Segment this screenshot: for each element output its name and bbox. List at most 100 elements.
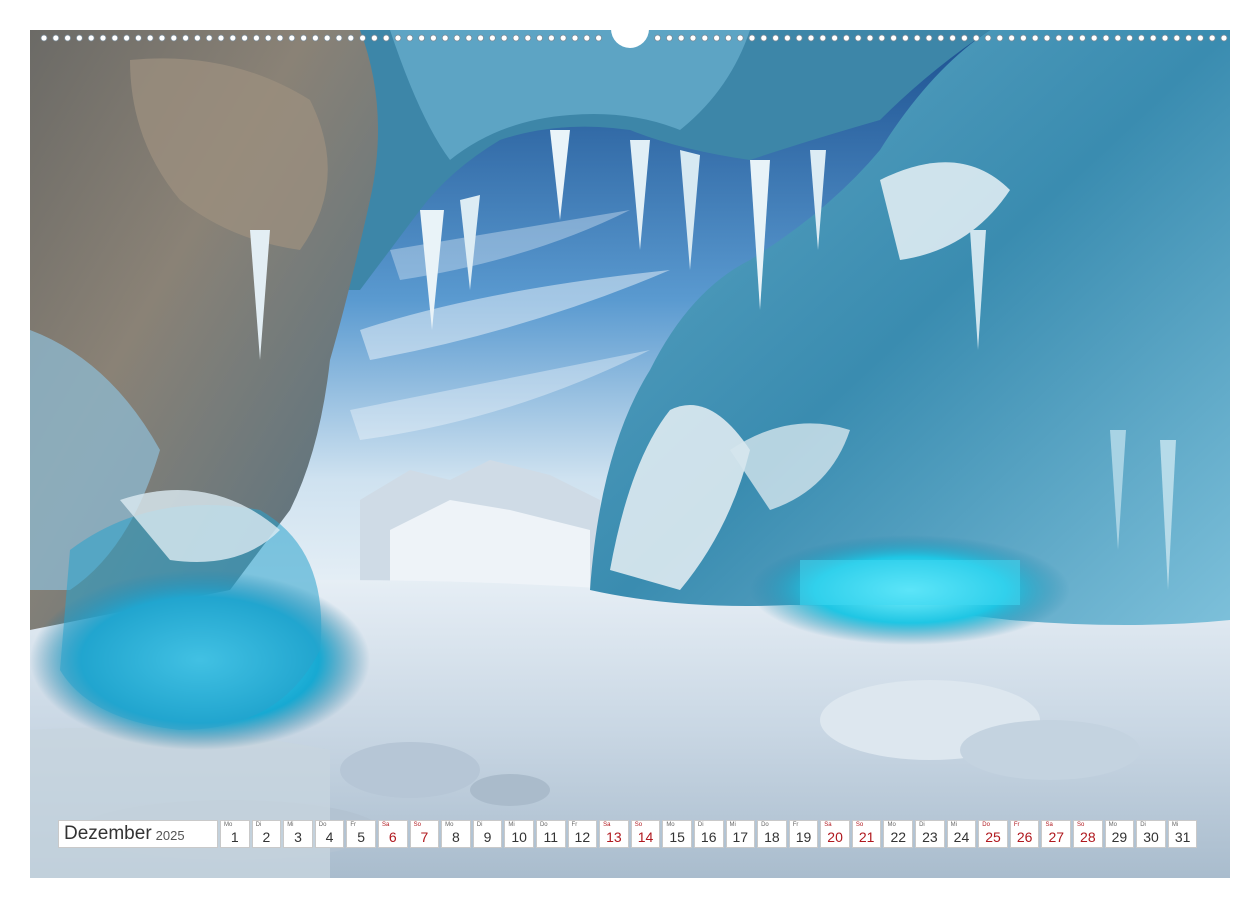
binding-hole <box>252 34 260 42</box>
binding-hole <box>807 34 815 42</box>
binding-hole <box>382 34 390 42</box>
day-number: 13 <box>606 829 622 845</box>
binding-hole <box>87 34 95 42</box>
day-number: 2 <box>262 829 271 845</box>
day-cell: Mi 10 <box>504 820 534 848</box>
weekday-label: Di <box>919 822 925 828</box>
day-number: 22 <box>890 829 907 845</box>
weekday-label: So <box>1077 822 1085 828</box>
binding-hole <box>1220 34 1228 42</box>
day-cell: Fr 26 <box>1009 820 1040 848</box>
binding-hole <box>500 34 508 42</box>
weekday-label: Fr <box>571 822 578 828</box>
binding-hole <box>1114 34 1122 42</box>
binding-hole <box>536 34 544 42</box>
binding-hole <box>40 34 48 42</box>
weekday-label: Mi <box>729 822 736 828</box>
binding-hole <box>548 34 555 42</box>
weekday-label: Mi <box>950 822 957 828</box>
weekday-label: Mo <box>887 822 896 828</box>
month-year: 2025 <box>155 828 185 843</box>
binding-hole <box>666 34 673 42</box>
day-cell: Mo 15 <box>662 820 692 848</box>
day-number: 28 <box>1080 829 1096 845</box>
binding-hole <box>52 34 60 42</box>
day-cell: Mo 22 <box>883 820 914 848</box>
binding-hole <box>654 34 661 42</box>
day-cell: So 28 <box>1073 820 1103 848</box>
binding-hole <box>465 34 473 42</box>
binding-hole <box>193 34 201 42</box>
binding-hole <box>595 34 602 42</box>
binding-hole <box>1126 34 1133 42</box>
binding-hole <box>76 34 83 42</box>
binding-hole <box>158 34 166 42</box>
binding-hole <box>64 34 71 42</box>
day-cell: Mi 31 <box>1167 820 1198 848</box>
binding-hole <box>902 34 909 42</box>
weekday-label: So <box>634 822 643 828</box>
day-number: 27 <box>1048 829 1065 845</box>
day-number: 11 <box>543 829 558 845</box>
day-cell: Sa 13 <box>599 820 629 848</box>
day-cell: Di 23 <box>915 820 945 848</box>
binding-hole <box>123 34 130 42</box>
binding-hole <box>831 34 838 42</box>
weekday-label: Sa <box>1045 822 1053 828</box>
weekday-label: Do <box>982 822 990 828</box>
month-name: Dezember <box>64 823 152 844</box>
day-number: 3 <box>294 829 302 845</box>
binding-hole <box>878 34 886 42</box>
day-number: 26 <box>1016 829 1033 845</box>
day-cell: Fr 19 <box>788 820 819 848</box>
day-number: 20 <box>827 829 843 845</box>
day-number: 31 <box>1174 829 1191 845</box>
weekday-label: Mo <box>1108 822 1117 828</box>
calendar-page <box>30 30 1230 878</box>
day-number: 17 <box>732 829 749 845</box>
binding-hole <box>925 34 933 42</box>
day-cell: So 21 <box>851 820 882 848</box>
day-number: 24 <box>953 829 970 845</box>
day-number: 1 <box>230 829 239 845</box>
binding-hole <box>713 34 720 42</box>
weekday-label: Di <box>697 822 704 828</box>
weekday-label: Di <box>1140 822 1146 828</box>
binding-hole <box>795 34 803 42</box>
day-number: 21 <box>858 829 875 845</box>
binding-hole <box>146 34 154 42</box>
binding-hole <box>913 34 921 42</box>
day-cell: So 7 <box>409 820 440 848</box>
day-cell: Di 30 <box>1136 820 1166 848</box>
binding-hole <box>1043 34 1051 42</box>
day-cell: Do 4 <box>314 820 345 848</box>
calendar-strip: Dezember 2025 Mo 1 Di 2 Mi 3 Do 4 Fr 5 Sa 6 So 7 Mo 8 Di… <box>58 820 1199 850</box>
weekday-label: Fr <box>1013 822 1020 828</box>
day-number: 29 <box>1111 829 1128 845</box>
binding-hole <box>559 34 567 42</box>
binding-hole <box>784 34 791 42</box>
day-number: 15 <box>669 829 685 845</box>
weekday-label: Do <box>539 822 548 828</box>
day-cell: Do 18 <box>757 820 787 848</box>
binding-hole <box>512 34 520 42</box>
binding-hole <box>394 34 402 42</box>
weekday-label: Mo <box>224 822 233 828</box>
ice-cave-photo <box>30 30 1230 878</box>
binding-hole <box>748 34 756 42</box>
binding-hole <box>488 34 496 42</box>
binding-hole <box>984 34 992 42</box>
binding-hole <box>843 34 850 42</box>
weekday-label: Mi <box>508 822 515 828</box>
weekday-label: Fr <box>350 822 357 828</box>
binding-hole <box>583 34 591 42</box>
binding-hole <box>418 34 426 42</box>
binding-hole <box>1197 34 1204 42</box>
binding-hole <box>1020 34 1027 42</box>
day-cell: Mi 3 <box>283 820 313 848</box>
binding-hole <box>677 34 685 42</box>
binding-hole <box>1067 34 1074 42</box>
binding-hole <box>241 34 249 42</box>
weekday-label: Sa <box>603 822 611 828</box>
day-cell: Do 11 <box>535 820 566 848</box>
